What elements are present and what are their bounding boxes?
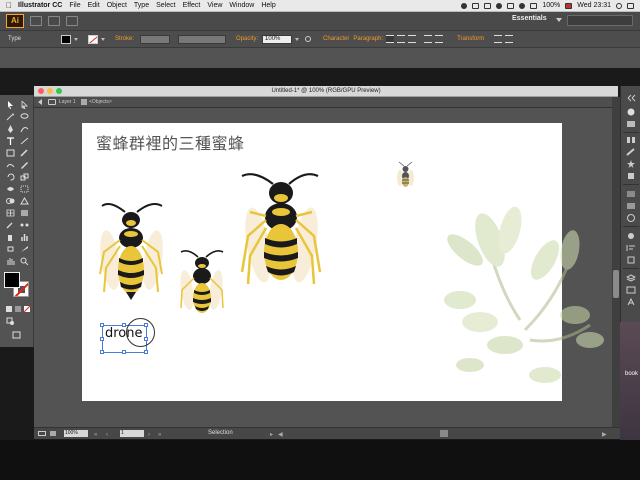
- horizontal-scroll-thumb[interactable]: [440, 430, 448, 437]
- current-tool-status[interactable]: Selection: [208, 428, 233, 439]
- appearance-icon[interactable]: [626, 232, 636, 240]
- artboards-panel-icon[interactable]: [626, 286, 636, 294]
- layers-icon[interactable]: [626, 274, 636, 282]
- color-guide-icon[interactable]: [626, 120, 636, 128]
- plant-illustration: [444, 206, 604, 383]
- selection-handle[interactable]: [122, 350, 126, 354]
- zoom-menu-icon[interactable]: [50, 431, 56, 436]
- selection-handle[interactable]: [144, 350, 148, 354]
- small-bee[interactable]: [397, 161, 414, 187]
- color-panel-icon[interactable]: [626, 108, 636, 116]
- screen:  Illustrator CC File Edit Object Type S…: [0, 0, 640, 480]
- zoom-level-field[interactable]: 100%: [64, 430, 88, 437]
- status-bar: 100% « ‹ 1 › » Selection ▸ ◀ ▶: [34, 427, 620, 439]
- graphic-styles-icon[interactable]: [626, 172, 636, 180]
- cursor-highlight: [126, 318, 155, 347]
- transform-panel-icon[interactable]: [626, 256, 636, 264]
- selection-handle[interactable]: [100, 350, 104, 354]
- artboard-number-field[interactable]: 1: [120, 430, 144, 437]
- stroke-panel-icon[interactable]: [626, 190, 636, 198]
- vertical-scroll-thumb[interactable]: [613, 270, 619, 298]
- selection-handle[interactable]: [100, 323, 104, 327]
- character-panel-icon[interactable]: [626, 298, 636, 306]
- desktop-background: [620, 322, 640, 450]
- drone-bee[interactable]: [240, 173, 323, 285]
- symbols-icon[interactable]: [626, 160, 636, 168]
- desktop-bottom: [0, 440, 640, 480]
- artboard-nav-icon[interactable]: [38, 431, 46, 436]
- panel-dock: [620, 86, 640, 322]
- desktop-item-label[interactable]: book: [620, 371, 640, 377]
- collapse-panels-icon[interactable]: [626, 94, 636, 102]
- queen-bee[interactable]: [97, 203, 166, 300]
- brushes-icon[interactable]: [626, 148, 636, 156]
- worker-bee[interactable]: [178, 250, 224, 313]
- transparency-icon[interactable]: [626, 214, 636, 222]
- libraries-icon[interactable]: [626, 136, 636, 144]
- selection-handle[interactable]: [100, 337, 104, 341]
- bee-illustrations[interactable]: [0, 0, 640, 480]
- gradient-panel-icon[interactable]: [626, 202, 636, 210]
- vertical-scrollbar[interactable]: [612, 97, 620, 427]
- align-panel-icon[interactable]: [626, 244, 636, 252]
